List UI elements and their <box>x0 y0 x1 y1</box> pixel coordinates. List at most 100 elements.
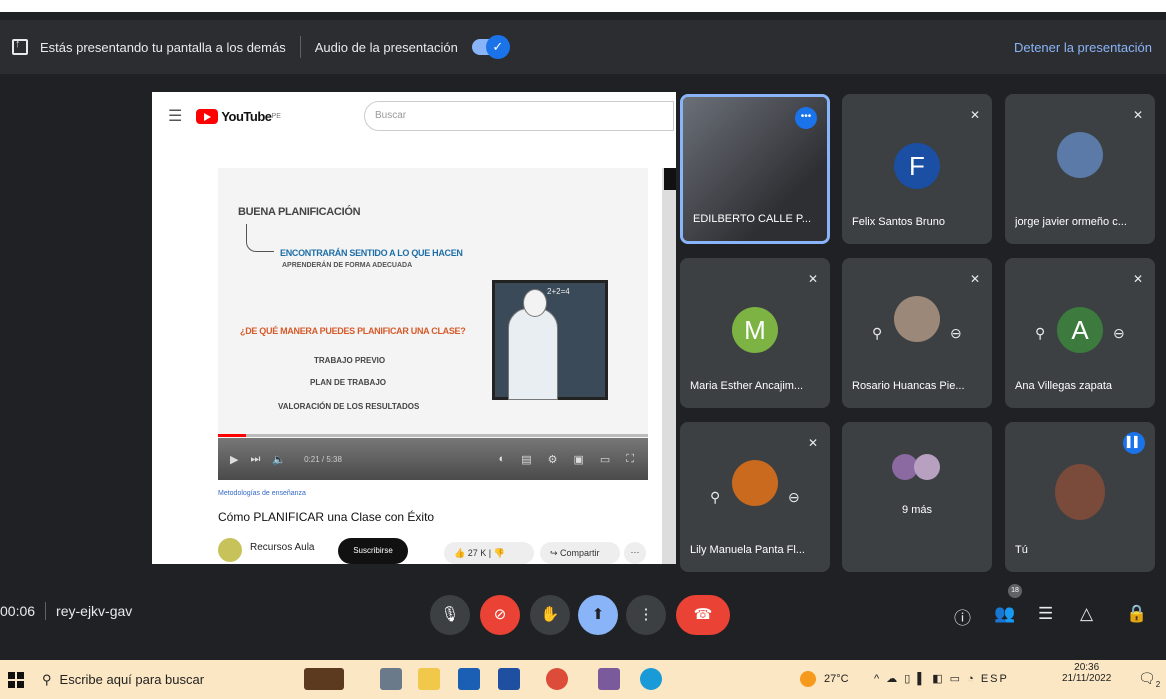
video-controls: ▶ ⏭ 🔈 0:21 / 5:38 ◐ ▤ ⚙ ▣ ▭ ⛶ <box>218 438 648 480</box>
word-icon[interactable] <box>498 668 520 690</box>
chat-icon[interactable]: ☰ <box>1038 604 1053 624</box>
mic-off-icon: ✕ <box>969 272 980 286</box>
search-icon: ⚲ <box>42 671 52 687</box>
edge-icon[interactable] <box>640 668 662 690</box>
host-controls-icon[interactable]: 🔒 <box>1126 604 1147 624</box>
task-view-icon[interactable] <box>380 668 402 690</box>
teacher-illustration <box>508 289 558 400</box>
settings-icon[interactable]: ⚙ <box>548 453 558 466</box>
self-tile[interactable]: ▌▌ Tú <box>1005 422 1155 572</box>
volume-icon[interactable]: 🔈 <box>272 453 286 466</box>
clock[interactable]: 20:36 21/11/2022 <box>1062 662 1111 684</box>
meeting-info: 00:06 rey-ejkv-gav <box>0 602 132 620</box>
file-explorer-icon[interactable] <box>418 668 440 690</box>
participant-tile[interactable]: ✕ ⚲ ⊖ Rosario Huancas Pie... <box>842 258 992 408</box>
presentation-audio-toggle[interactable]: ✓ <box>471 35 510 59</box>
people-count-badge: 18 <box>1008 584 1022 598</box>
slide-item: TRABAJO PREVIO <box>314 356 386 365</box>
participant-tile[interactable]: ✕ M Maria Esther Ancajim... <box>680 258 830 408</box>
chrome-icon[interactable] <box>546 668 568 690</box>
participant-tile[interactable]: ✕ ⚲ A ⊖ Ana Villegas zapata <box>1005 258 1155 408</box>
participant-name: Lily Manuela Panta Fl... <box>690 544 805 556</box>
remove-icon[interactable]: ⊖ <box>950 325 962 342</box>
weather-widget[interactable]: 27°C <box>800 671 849 687</box>
people-icon[interactable]: 👥 <box>994 604 1015 624</box>
taskbar-search-placeholder: Escribe aquí para buscar <box>59 672 205 687</box>
participant-name: Tú <box>1015 544 1028 556</box>
more-participants-tile[interactable]: 9 más <box>842 422 992 572</box>
fullscreen-icon[interactable]: ⛶ <box>626 453 634 466</box>
present-screen-icon <box>12 38 28 55</box>
more-options-icon[interactable]: ••• <box>795 107 817 129</box>
notification-count: 2 <box>1155 679 1161 689</box>
subtitles-icon[interactable]: ▤ <box>521 453 531 466</box>
participant-tile[interactable]: ••• EDILBERTO CALLE P... <box>680 94 830 244</box>
autoplay-toggle-icon[interactable]: ◐ <box>499 453 506 466</box>
taskbar-search[interactable]: ⚲ Escribe aquí para buscar <box>42 672 204 688</box>
windows-start-icon[interactable] <box>8 671 24 688</box>
present-now-button[interactable]: ⬆ <box>578 595 618 635</box>
raise-hand-button[interactable]: ✋ <box>530 595 570 635</box>
cortana-image[interactable] <box>304 668 344 690</box>
check-icon: ✓ <box>485 35 510 59</box>
more-options-button[interactable]: ··· <box>624 542 646 564</box>
camera-off-button[interactable]: ⊘ <box>480 595 520 635</box>
miniplayer-icon[interactable]: ▣ <box>573 453 583 466</box>
language-indicator[interactable]: ESP <box>981 673 1009 685</box>
channel-name[interactable]: Recursos Aula <box>250 542 314 553</box>
remove-icon[interactable]: ⊖ <box>1113 325 1125 342</box>
pin-icon[interactable]: ⚲ <box>710 489 720 506</box>
play-icon[interactable]: ▶ <box>230 453 238 466</box>
video-progress-bar[interactable] <box>218 434 648 437</box>
youtube-logo-text: YouTube <box>221 108 272 124</box>
mic-off-icon: ✕ <box>1132 108 1143 122</box>
meeting-details-icon[interactable]: ⓘ <box>954 604 971 629</box>
youtube-header: ☰ YouTube PE Buscar <box>152 92 676 140</box>
youtube-region: PE <box>271 112 281 120</box>
next-icon[interactable]: ⏭ <box>250 453 260 466</box>
sidebar-recommendations <box>662 168 676 564</box>
slide-item: VALORACIÓN DE LOS RESULTADOS <box>278 402 420 411</box>
pin-icon[interactable]: ⚲ <box>872 325 882 342</box>
theater-icon[interactable]: ▭ <box>600 453 610 466</box>
participant-tile[interactable]: ✕ F Felix Santos Bruno <box>842 94 992 244</box>
slide-item: PLAN DE TRABAJO <box>310 378 387 387</box>
recommendation-thumbnail[interactable] <box>664 168 676 190</box>
more-participants-label: 9 más <box>902 504 932 516</box>
slide-question: ¿DE QUÉ MANERA PUEDES PLANIFICAR UNA CLA… <box>240 326 466 336</box>
mic-off-icon: ✕ <box>969 108 980 122</box>
more-options-button[interactable]: ⋮ <box>626 595 666 635</box>
video-title: Cómo PLANIFICAR una Clase con Éxito <box>218 510 435 524</box>
avatar: A <box>1057 307 1103 353</box>
share-button[interactable]: ↪ Compartir <box>540 542 620 564</box>
remove-icon[interactable]: ⊖ <box>788 489 800 506</box>
participant-tile[interactable]: ✕ ⚲ ⊖ Lily Manuela Panta Fl... <box>680 422 830 572</box>
participant-name: Rosario Huancas Pie... <box>852 380 965 392</box>
shared-screen: ☰ YouTube PE Buscar BUENA PLANIFICACIÓN … <box>152 92 676 564</box>
stop-presenting-button[interactable]: Detener la presentación <box>1014 40 1152 55</box>
participant-name: Felix Santos Bruno <box>852 216 945 228</box>
system-tray[interactable]: ^ ☁ ▯ ▌ ◧ ▭ ◔ ESP <box>874 672 1009 685</box>
like-button[interactable]: 👍 27 K | 👎 <box>444 542 534 564</box>
microphone-button[interactable]: 🎙 <box>430 595 470 635</box>
avatar-photo <box>914 454 940 480</box>
mail-icon[interactable] <box>458 668 480 690</box>
video-player[interactable]: BUENA PLANIFICACIÓN ENCONTRARÁN SENTIDO … <box>218 168 648 480</box>
video-category[interactable]: Metodologías de enseñanza <box>218 490 306 497</box>
channel-avatar[interactable] <box>218 538 242 562</box>
pin-icon[interactable]: ⚲ <box>1035 325 1045 342</box>
divider <box>299 36 301 58</box>
app-icon[interactable] <box>598 668 620 690</box>
like-count: 27 K <box>467 548 487 558</box>
notification-icon[interactable]: 🗨2 <box>1138 670 1160 689</box>
activities-icon[interactable]: △ <box>1080 604 1093 624</box>
youtube-search-input[interactable]: Buscar <box>364 101 674 131</box>
participant-tile[interactable]: ✕ jorge javier ormeño c... <box>1005 94 1155 244</box>
meeting-time: 00:06 <box>0 603 36 619</box>
subscribe-button[interactable]: Suscribirse <box>338 538 408 564</box>
youtube-logo[interactable]: YouTube PE <box>196 108 281 124</box>
avatar: F <box>894 143 940 189</box>
leave-call-button[interactable]: ☎ <box>676 595 730 635</box>
menu-icon[interactable]: ☰ <box>168 106 182 126</box>
slide-title: BUENA PLANIFICACIÓN <box>238 206 361 218</box>
